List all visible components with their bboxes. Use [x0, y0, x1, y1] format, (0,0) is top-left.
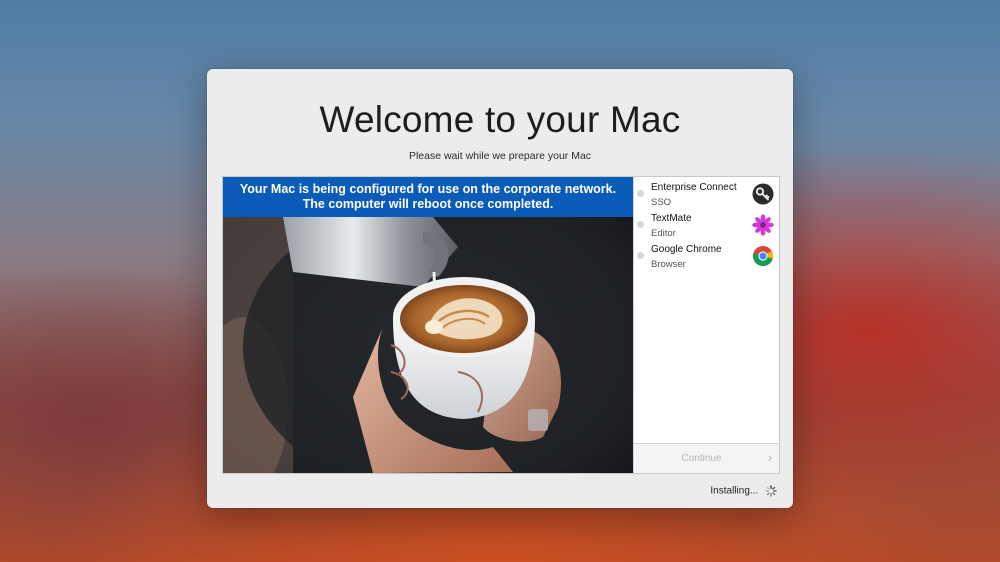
- chrome-icon: [752, 246, 774, 267]
- latte-art-illustration: [223, 177, 633, 473]
- banner-line-1: Your Mac is being configured for use on …: [239, 182, 617, 196]
- list-item-enterprise-connect: Enterprise Connect SSO: [634, 179, 779, 209]
- chevron-right-icon: ›: [768, 450, 773, 465]
- app-description: Editor: [651, 228, 676, 239]
- list-item-textmate: TextMate Editor: [634, 210, 779, 240]
- key-icon: [752, 183, 774, 205]
- setup-window: Welcome to your Mac Please wait while we…: [207, 69, 793, 508]
- page-title: Welcome to your Mac: [319, 99, 681, 140]
- list-item-google-chrome: Google Chrome Browser: [634, 241, 779, 271]
- status-text: Installing...: [710, 485, 759, 497]
- content-area: Your Mac is being configured for use on …: [222, 176, 780, 474]
- app-name: TextMate: [651, 213, 692, 224]
- status-dot: [637, 190, 644, 197]
- spinner-icon: [765, 485, 777, 497]
- app-name: Enterprise Connect: [651, 182, 737, 193]
- status-dot: [637, 252, 644, 259]
- app-description: SSO: [651, 197, 672, 208]
- continue-label: Continue: [681, 453, 722, 464]
- status-dot: [637, 221, 644, 228]
- banner-line-2: The computer will reboot once completed.: [302, 197, 554, 211]
- app-description: Browser: [651, 259, 686, 270]
- continue-button[interactable]: Continue ›: [634, 443, 779, 473]
- app-name: Google Chrome: [651, 244, 722, 255]
- configuration-banner: Your Mac is being configured for use on …: [223, 177, 633, 217]
- hero-image: Your Mac is being configured for use on …: [223, 177, 633, 473]
- app-install-list: Enterprise Connect SSO TextMate Editor G…: [633, 177, 779, 473]
- flower-icon: [752, 214, 774, 236]
- page-subtitle: Please wait while we prepare your Mac: [408, 150, 592, 162]
- installation-status: Installing...: [710, 485, 777, 497]
